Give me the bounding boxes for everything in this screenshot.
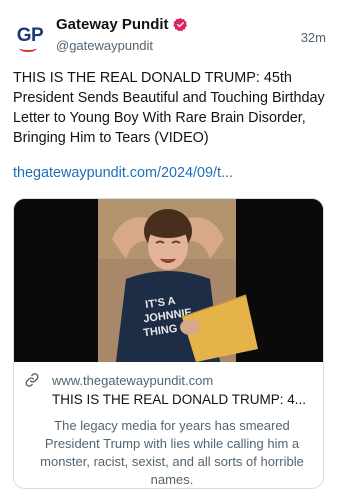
- card-domain-row: www.thegatewaypundit.com: [24, 372, 213, 388]
- post-link[interactable]: thegatewaypundit.com/2024/09/t...: [13, 165, 233, 181]
- card-meta[interactable]: www.thegatewaypundit.com THIS IS THE REA…: [14, 362, 323, 488]
- timestamp[interactable]: 32m: [301, 30, 326, 45]
- card-domain: www.thegatewaypundit.com: [52, 372, 214, 388]
- link-icon: [25, 373, 39, 387]
- post[interactable]: GP Gateway Pundit @gatewaypundit 32m THI…: [0, 0, 337, 500]
- card-image-photo: IT'S A JOHNNIE THING: [14, 199, 323, 362]
- display-name-row: Gateway Pundit: [56, 16, 188, 33]
- card-title: THIS IS THE REAL DONALD TRUMP: 4...: [52, 392, 307, 407]
- post-text: THIS IS THE REAL DONALD TRUMP: 45th Pres…: [13, 70, 325, 146]
- author-block[interactable]: Gateway Pundit @gatewaypundit: [56, 16, 188, 53]
- display-name[interactable]: Gateway Pundit: [56, 16, 169, 33]
- card-image[interactable]: IT'S A JOHNNIE THING: [14, 199, 323, 362]
- handle[interactable]: @gatewaypundit: [56, 38, 188, 53]
- avatar[interactable]: GP: [12, 18, 48, 54]
- link-card[interactable]: IT'S A JOHNNIE THING www.thegatewaypundi…: [13, 198, 324, 489]
- verified-badge-icon: [172, 17, 187, 32]
- avatar-swoosh: [19, 44, 37, 52]
- card-description: The legacy media for years has smeared P…: [40, 418, 304, 487]
